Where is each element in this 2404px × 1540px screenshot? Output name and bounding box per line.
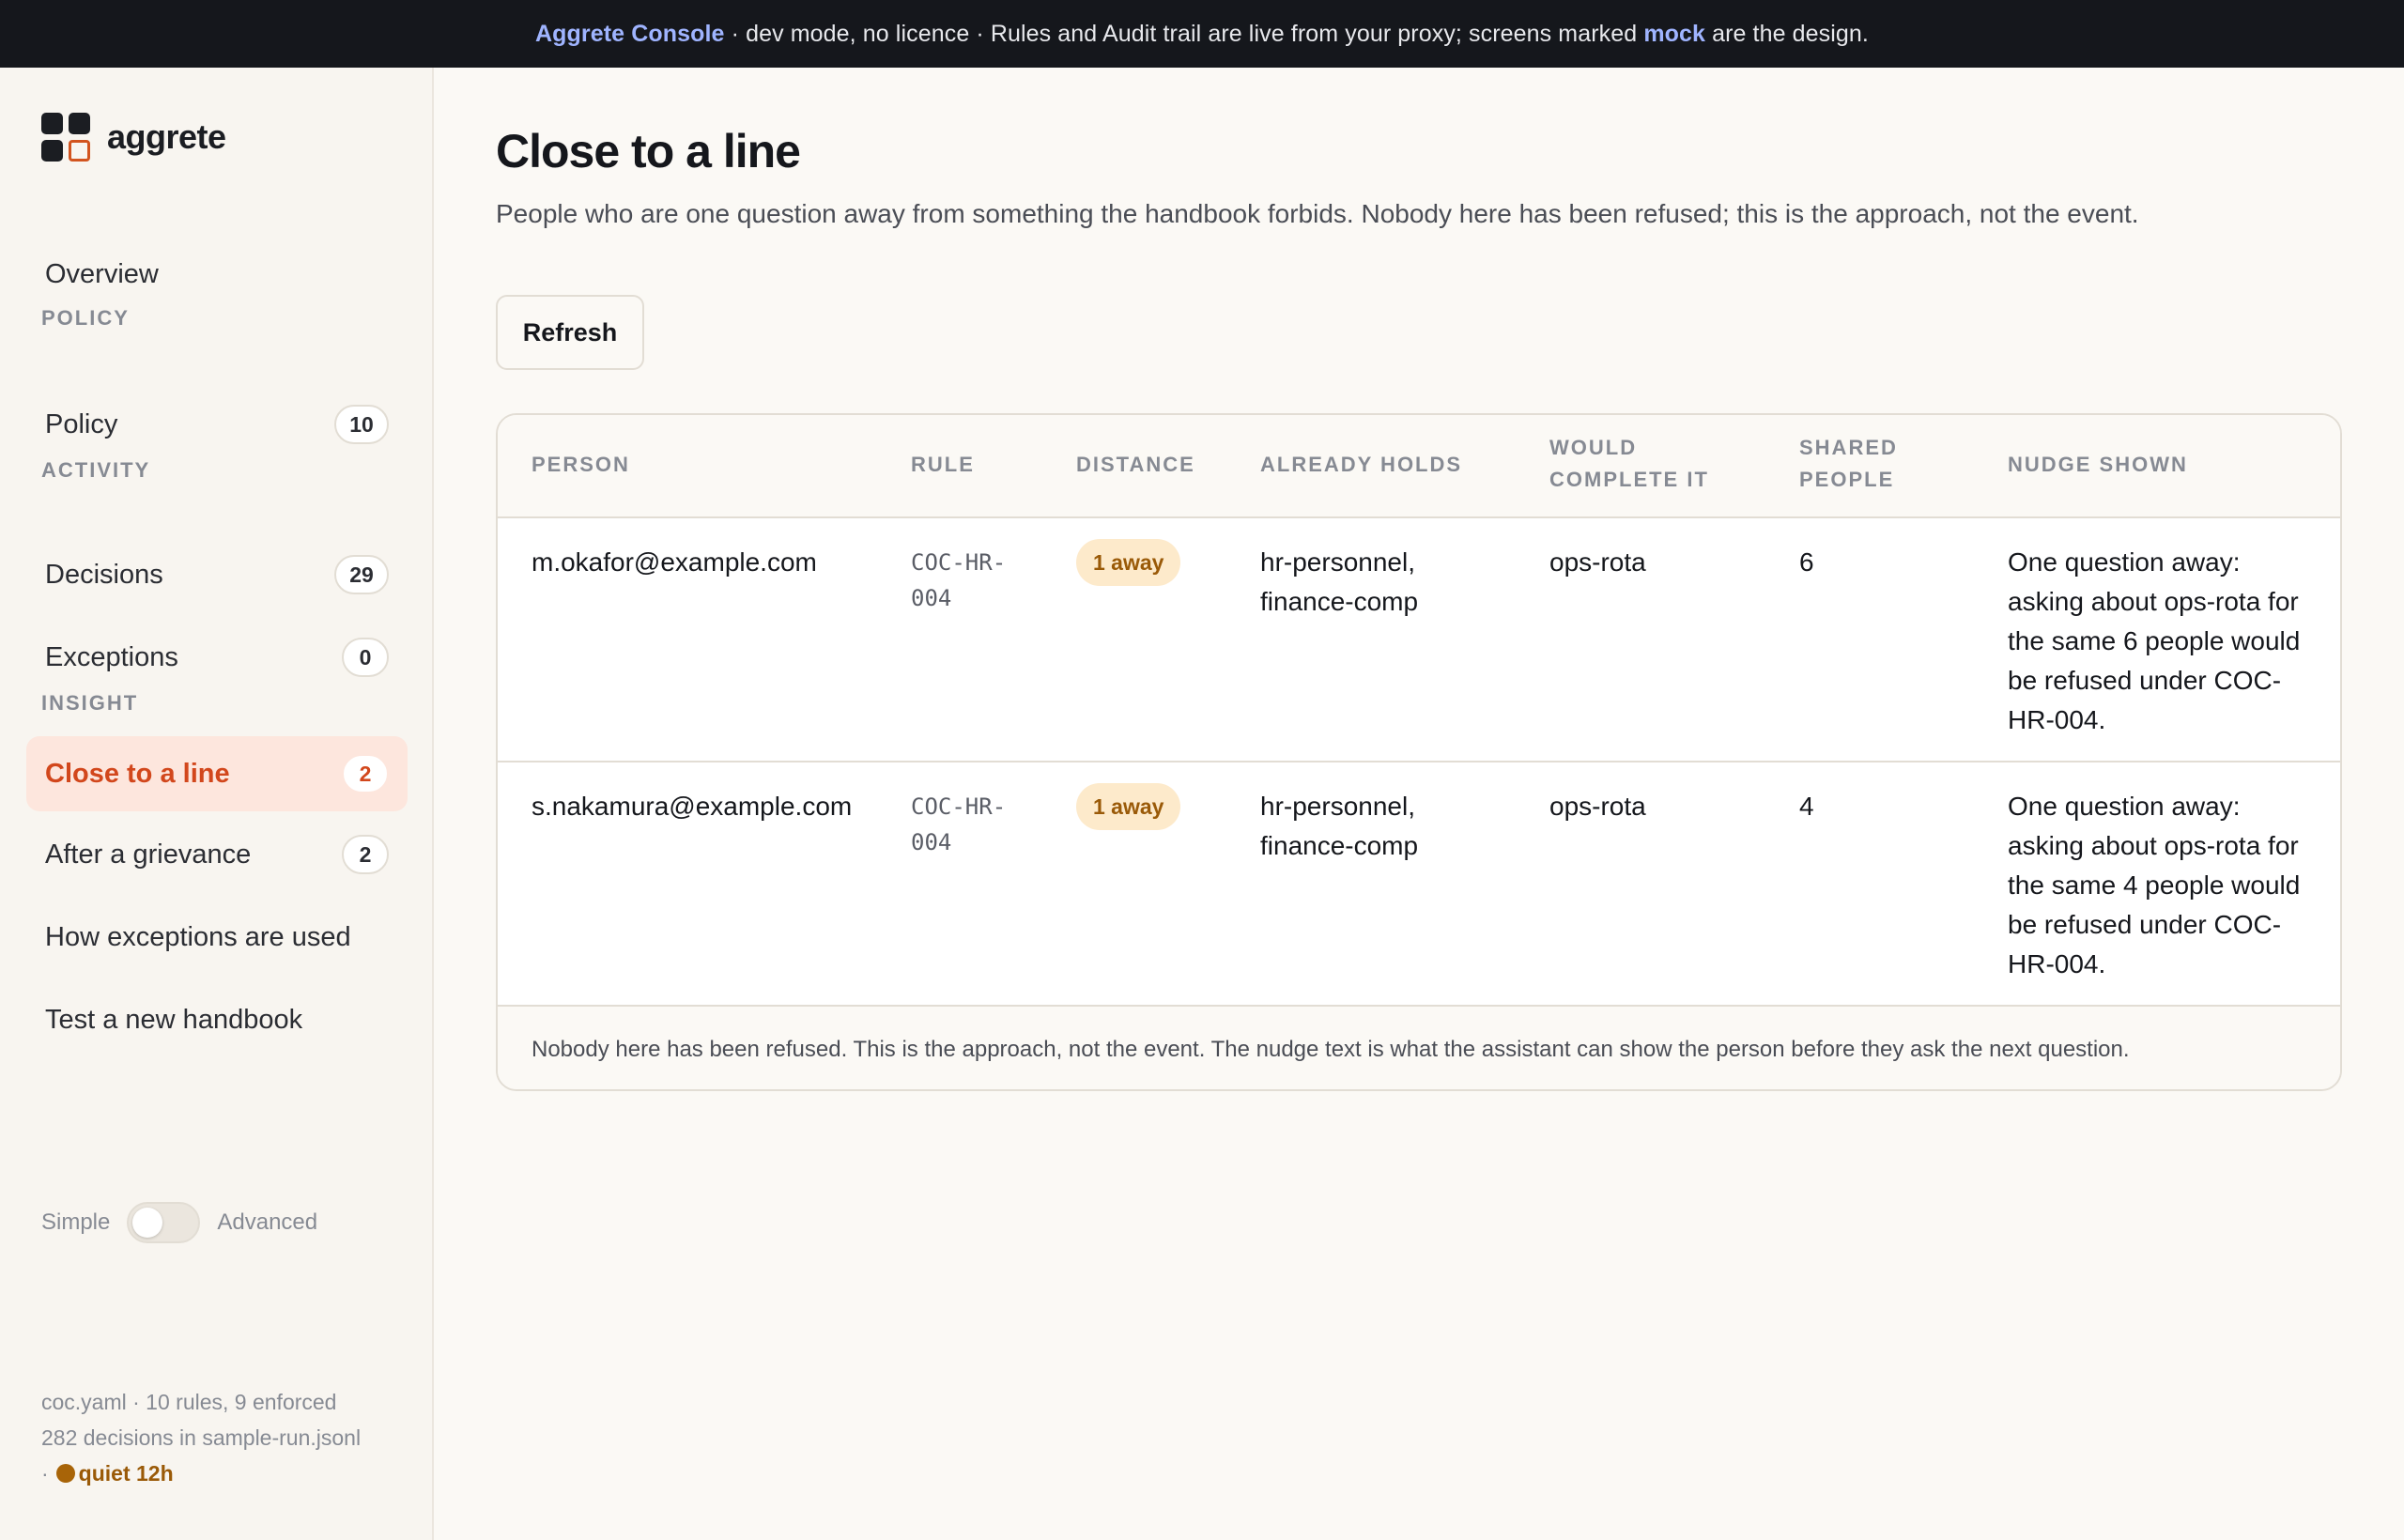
table-footnote: Nobody here has been refused. This is th… xyxy=(532,1037,2130,1062)
nudge-line: be refused under COC- xyxy=(2008,666,2282,695)
cell-rule: COC-HR- 004 xyxy=(911,545,1006,616)
logo-text: aggrete xyxy=(107,117,226,156)
section-label-policy: POLICY xyxy=(41,306,130,330)
column-header-would-complete: WOULD COMPLETE IT xyxy=(1549,432,1709,496)
rule-line: COC-HR- xyxy=(911,549,1007,576)
footer-separator: · xyxy=(41,1461,49,1486)
count-badge: 0 xyxy=(342,638,389,677)
toggle-label-simple: Simple xyxy=(41,1209,111,1235)
column-header-already-holds: ALREADY HOLDS xyxy=(1260,453,1463,476)
switch-knob xyxy=(132,1208,163,1238)
main-content: Close to a line People who are one quest… xyxy=(434,68,2404,1540)
cell-nudge: One question away: asking about ops-rota… xyxy=(2008,543,2327,740)
results-table: PERSON RULE DISTANCE ALREADY HOLDS WOULD… xyxy=(496,413,2342,1091)
nudge-line: the same 6 people would xyxy=(2008,626,2301,655)
nudge-line: be refused under COC- xyxy=(2008,910,2282,939)
sidebar-item-decisions[interactable]: Decisions 29 xyxy=(26,537,408,612)
cell-rule: COC-HR- 004 xyxy=(911,789,1006,860)
cell-shared-people: 4 xyxy=(1799,792,1814,821)
sidebar-item-label: After a grievance xyxy=(45,839,252,870)
mode-switch[interactable] xyxy=(127,1202,201,1243)
sidebar-item-label: Exceptions xyxy=(45,641,178,672)
column-header-person: PERSON xyxy=(532,453,630,476)
banner-text-end: are the design. xyxy=(1705,20,1869,47)
nudge-line: asking about ops-rota for xyxy=(2008,831,2299,860)
sidebar-item-exceptions-usage[interactable]: How exceptions are used xyxy=(26,900,408,975)
nudge-line: HR-004. xyxy=(2008,705,2106,734)
column-header-line: WOULD xyxy=(1549,436,1638,459)
count-badge: 29 xyxy=(334,555,389,594)
holds-line: finance-comp xyxy=(1260,587,1419,616)
sidebar-item-label: How exceptions are used xyxy=(45,921,351,952)
toggle-label-advanced: Advanced xyxy=(217,1209,318,1235)
column-header-nudge: NUDGE SHOWN xyxy=(2008,453,2188,476)
sidebar-item-test-handbook[interactable]: Test a new handbook xyxy=(26,982,408,1057)
sidebar-item-label: Policy xyxy=(45,408,118,439)
sidebar-item-label: Overview xyxy=(45,258,159,289)
status-dot-icon xyxy=(55,1464,75,1483)
sidebar-item-label: Close to a line xyxy=(45,758,230,789)
nudge-line: One question away: xyxy=(2008,547,2241,577)
footer-line-rules: coc.yaml · 10 rules, 9 enforced xyxy=(41,1390,337,1414)
sidebar-item-overview[interactable]: Overview xyxy=(26,237,408,312)
rule-line: 004 xyxy=(911,829,952,855)
banner-brand: Aggrete Console xyxy=(535,20,725,47)
distance-badge: 1 away xyxy=(1076,783,1181,830)
column-header-distance: DISTANCE xyxy=(1076,453,1195,476)
cell-nudge: One question away: asking about ops-rota… xyxy=(2008,787,2327,984)
nudge-line: One question away: xyxy=(2008,792,2241,821)
distance-badge: 1 away xyxy=(1076,539,1181,586)
count-badge: 2 xyxy=(342,754,389,793)
column-header-line: COMPLETE IT xyxy=(1549,468,1709,491)
footer-line-decisions: 282 decisions in sample-run.jsonl xyxy=(41,1425,362,1450)
sidebar-item-after-a-grievance[interactable]: After a grievance 2 xyxy=(26,817,408,892)
rule-line: 004 xyxy=(911,585,952,611)
section-label-insight: INSIGHT xyxy=(41,691,139,715)
nudge-line: asking about ops-rota for xyxy=(2008,587,2299,616)
sidebar-item-policy[interactable]: Policy 10 xyxy=(26,387,408,462)
cell-already-holds: hr-personnel, finance-comp xyxy=(1260,787,1418,866)
cell-already-holds: hr-personnel, finance-comp xyxy=(1260,543,1418,622)
cell-person: s.nakamura@example.com xyxy=(532,792,853,821)
column-header-shared-people: SHARED PEOPLE xyxy=(1799,432,1898,496)
page-subtitle: People who are one question away from so… xyxy=(496,199,2139,228)
cell-would-complete: ops-rota xyxy=(1549,547,1646,577)
nudge-line: HR-004. xyxy=(2008,949,2106,978)
column-header-rule: RULE xyxy=(911,453,975,476)
column-header-line: PEOPLE xyxy=(1799,468,1895,491)
rule-line: COC-HR- xyxy=(911,793,1007,820)
table-header: PERSON RULE DISTANCE ALREADY HOLDS WOULD… xyxy=(498,415,2340,518)
holds-line: finance-comp xyxy=(1260,831,1419,860)
sidebar-item-label: Test a new handbook xyxy=(45,1004,303,1035)
holds-line: hr-personnel, xyxy=(1260,792,1415,821)
count-badge: 2 xyxy=(342,835,389,874)
cell-person: m.okafor@example.com xyxy=(532,547,817,577)
sidebar-item-close-to-a-line[interactable]: Close to a line 2 xyxy=(26,736,408,811)
quiet-status: quiet 12h xyxy=(78,1461,174,1486)
section-label-activity: ACTIVITY xyxy=(41,458,151,482)
sidebar-item-label: Decisions xyxy=(45,559,163,590)
banner-mock: mock xyxy=(1643,20,1706,47)
holds-line: hr-personnel, xyxy=(1260,547,1415,577)
mode-toggle: Simple Advanced xyxy=(41,1202,317,1243)
count-badge: 10 xyxy=(334,405,389,444)
sidebar: aggrete Overview POLICY Policy 10 ACTIVI… xyxy=(0,68,434,1540)
banner-text: · dev mode, no licence · Rules and Audit… xyxy=(724,20,1644,47)
refresh-button[interactable]: Refresh xyxy=(496,295,644,370)
logo[interactable]: aggrete xyxy=(41,113,226,162)
nudge-line: the same 4 people would xyxy=(2008,870,2301,900)
table-row[interactable]: s.nakamura@example.com COC-HR- 004 1 awa… xyxy=(498,762,2340,1007)
column-header-line: SHARED xyxy=(1799,436,1898,459)
cell-would-complete: ops-rota xyxy=(1549,792,1646,821)
sidebar-item-exceptions[interactable]: Exceptions 0 xyxy=(26,620,408,695)
footer-line-status: · quiet 12h xyxy=(41,1455,417,1491)
table-row[interactable]: m.okafor@example.com COC-HR- 004 1 away … xyxy=(498,518,2340,762)
logo-icon xyxy=(41,113,90,162)
footer-info: coc.yaml · 10 rules, 9 enforced 282 deci… xyxy=(41,1384,417,1491)
top-banner: Aggrete Console · dev mode, no licence ·… xyxy=(0,0,2404,68)
cell-shared-people: 6 xyxy=(1799,547,1814,577)
page-title: Close to a line xyxy=(496,125,801,177)
